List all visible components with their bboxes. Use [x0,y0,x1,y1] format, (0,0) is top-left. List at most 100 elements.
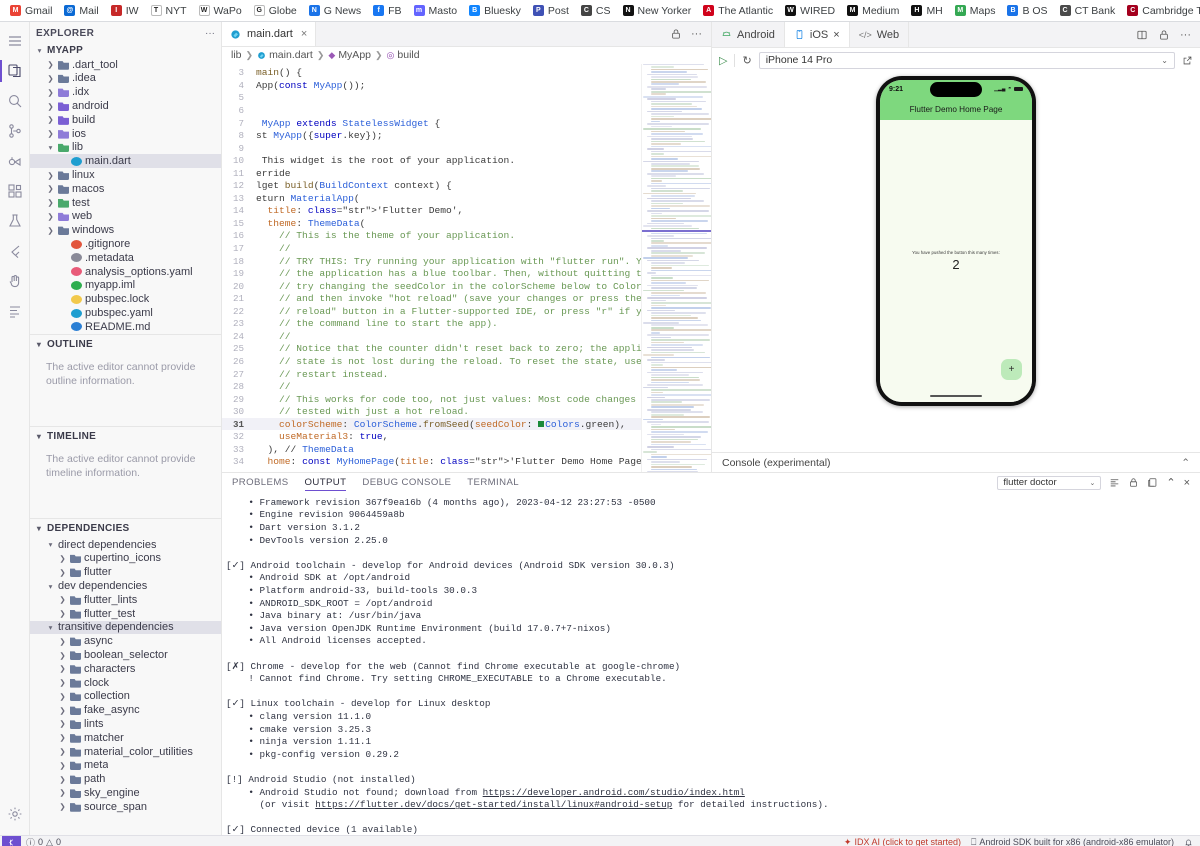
dep-item-material_color_utilities[interactable]: ❯ material_color_utilities [30,745,221,759]
code-line[interactable]: 24 // [222,330,641,343]
code-line[interactable]: 3 main() { [222,67,641,80]
console-bar[interactable]: Console (experimental) ⌃ [712,452,1200,472]
settings-gear-icon[interactable] [0,799,30,829]
chevron-up-icon[interactable]: ⌃ [1181,457,1190,469]
outline-list-icon[interactable] [0,296,30,326]
panel-tab-output[interactable]: OUTPUT [304,474,347,492]
bookmark-post[interactable]: P Post [527,3,575,19]
dep-item-matcher[interactable]: ❯ matcher [30,731,221,745]
close-icon[interactable]: × [301,28,307,40]
tab-web[interactable]: </> Web [850,22,910,47]
testing-icon[interactable] [0,206,30,236]
close-panel-icon[interactable]: × [1184,477,1190,489]
code-line[interactable]: 13 eturn MaterialApp( [222,192,641,205]
dep-item-flutter[interactable]: ❯ flutter [30,565,221,579]
tree-item-linux[interactable]: ❯ linux [30,168,221,182]
extensions-icon[interactable] [0,176,30,206]
lock-icon[interactable] [670,28,682,40]
bookmark-bluesky[interactable]: B Bluesky [463,3,527,19]
problems-status[interactable]: ⓘ 0 △ 0 [21,836,66,846]
tree-item-gitignore[interactable]: ❯.gitignore [30,237,221,251]
code-line[interactable]: 11 erride [222,167,641,180]
dep-item-clock[interactable]: ❯ clock [30,676,221,690]
code-line[interactable]: 12 lget build(BuildContext context) { [222,180,641,193]
code-line[interactable]: 16 // This is the theme of your applicat… [222,230,641,243]
dep-item-lints[interactable]: ❯ lints [30,717,221,731]
tree-item-idea[interactable]: ❯ .idea [30,72,221,86]
tree-item-web[interactable]: ❯ web [30,210,221,224]
lock-icon[interactable] [1158,29,1170,41]
tree-item-test[interactable]: ❯ test [30,196,221,210]
bookmark-cambridge-trust[interactable]: CCambridge Trust [1121,3,1200,19]
code-line[interactable]: 32 useMaterial3: true, [222,430,641,443]
dep-group-dev-dependencies[interactable]: ▾ dev dependencies [30,579,221,593]
code-line[interactable]: 8 st MyApp({super.key}); [222,129,641,142]
minimap-slider[interactable] [642,229,711,232]
bookmark-new-yorker[interactable]: N New Yorker [617,3,698,19]
minimap[interactable] [641,63,711,472]
code-line[interactable]: 4 App(const MyApp()); [222,79,641,92]
search-icon[interactable] [0,86,30,116]
source-control-icon[interactable] [0,116,30,146]
tree-item-windows[interactable]: ❯ windows [30,223,221,237]
bookmark-fb[interactable]: f FB [367,3,407,19]
hand-icon[interactable] [0,266,30,296]
idx-ai-status[interactable]: ✦ IDX AI (click to get started) [839,836,966,846]
bookmark-cs[interactable]: C CS [575,3,617,19]
code-line[interactable]: 5 [222,92,641,105]
dep-group-direct-dependencies[interactable]: ▾ direct dependencies [30,538,221,552]
code-line[interactable]: 25 // Notice that the counter didn't res… [222,343,641,356]
code-line[interactable]: 31 colorScheme: ColorScheme.fromSeed(see… [222,417,641,431]
breadcrumb-item-lib[interactable]: lib [231,49,242,61]
notifications-bell-icon[interactable] [1179,836,1198,846]
dep-item-meta[interactable]: ❯ meta [30,758,221,772]
bookmark-maps[interactable]: M Maps [949,3,1002,19]
bookmark-masto[interactable]: m Masto [408,3,464,19]
dep-item-source_span[interactable]: ❯ source_span [30,800,221,814]
bookmark-nyt[interactable]: T NYT [145,3,193,19]
output-link[interactable]: https://flutter.dev/docs/get-started/ins… [315,799,672,810]
bookmark-mh[interactable]: H MH [905,3,948,19]
new-terminal-icon[interactable] [1147,477,1158,488]
open-external-button[interactable] [1182,55,1193,66]
tree-item-main-dart[interactable]: ❯main.dart [30,154,221,169]
bookmark-wired[interactable]: W WIRED [779,3,841,19]
dep-item-fake_async[interactable]: ❯ fake_async [30,703,221,717]
code-line[interactable]: 17 // [222,242,641,255]
refresh-button[interactable]: ↻ [742,54,751,67]
output-channel-select[interactable]: flutter doctor ⌄ [997,475,1102,490]
dep-group-transitive-dependencies[interactable]: ▾ transitive dependencies [30,620,221,635]
dep-item-path[interactable]: ❯ path [30,772,221,786]
close-icon[interactable]: × [833,29,839,41]
outline-section-header[interactable]: ▾ OUTLINE [30,333,221,354]
code-line[interactable]: 7 MyApp extends StatelessWidget { [222,117,641,130]
device-status[interactable]: ⎕ Android SDK built for x86 (android-x86… [966,836,1179,846]
code-line[interactable]: 29 // This works for code too, not just … [222,393,641,406]
code-line[interactable]: 22 // reload" button in a Flutter-suppor… [222,305,641,318]
code-line[interactable]: 21 // and then invoke "hot reload" (save… [222,292,641,305]
code-line[interactable]: 33 ), // ThemeData [222,443,641,456]
code-line[interactable]: 9 [222,142,641,155]
bookmark-ct-bank[interactable]: C CT Bank [1054,3,1122,19]
code-area[interactable]: 3 main() {4 App(const MyApp()); 5 6 7 MyApp e… [222,63,711,472]
remote-window-icon[interactable] [2,835,21,846]
run-button[interactable]: ▷ [719,54,727,67]
dep-item-characters[interactable]: ❯ characters [30,662,221,676]
code-line[interactable]: 27 // restart instead. [222,368,641,381]
tree-item-pubspec-lock[interactable]: ❯pubspec.lock [30,292,221,306]
bookmark-b-os[interactable]: BB OS [1001,3,1053,19]
bookmark-g-news[interactable]: NG News [303,3,367,19]
dep-item-async[interactable]: ❯ async [30,634,221,648]
code-line[interactable]: 10 This widget is the root of your appli… [222,154,641,167]
code-line[interactable]: 15 theme: ThemeData( [222,217,641,230]
tree-root-myapp[interactable]: ▾ MYAPP [30,44,221,58]
maximize-panel-icon[interactable]: ⌃ [1166,476,1175,489]
panel-tab-debug-console[interactable]: DEBUG CONSOLE [362,474,451,491]
tab-ios[interactable]: iOS × [784,22,850,47]
code-line[interactable]: 23 // the command line to start the app)… [222,318,641,331]
floating-action-button[interactable]: + [1001,359,1022,380]
breadcrumb-item-myapp[interactable]: ◆ MyApp [328,49,371,61]
tree-item-android[interactable]: ❯ android [30,99,221,113]
tree-item-analysis-options-yaml[interactable]: ❯analysis_options.yaml [30,265,221,279]
split-editor-icon[interactable] [1136,29,1148,41]
